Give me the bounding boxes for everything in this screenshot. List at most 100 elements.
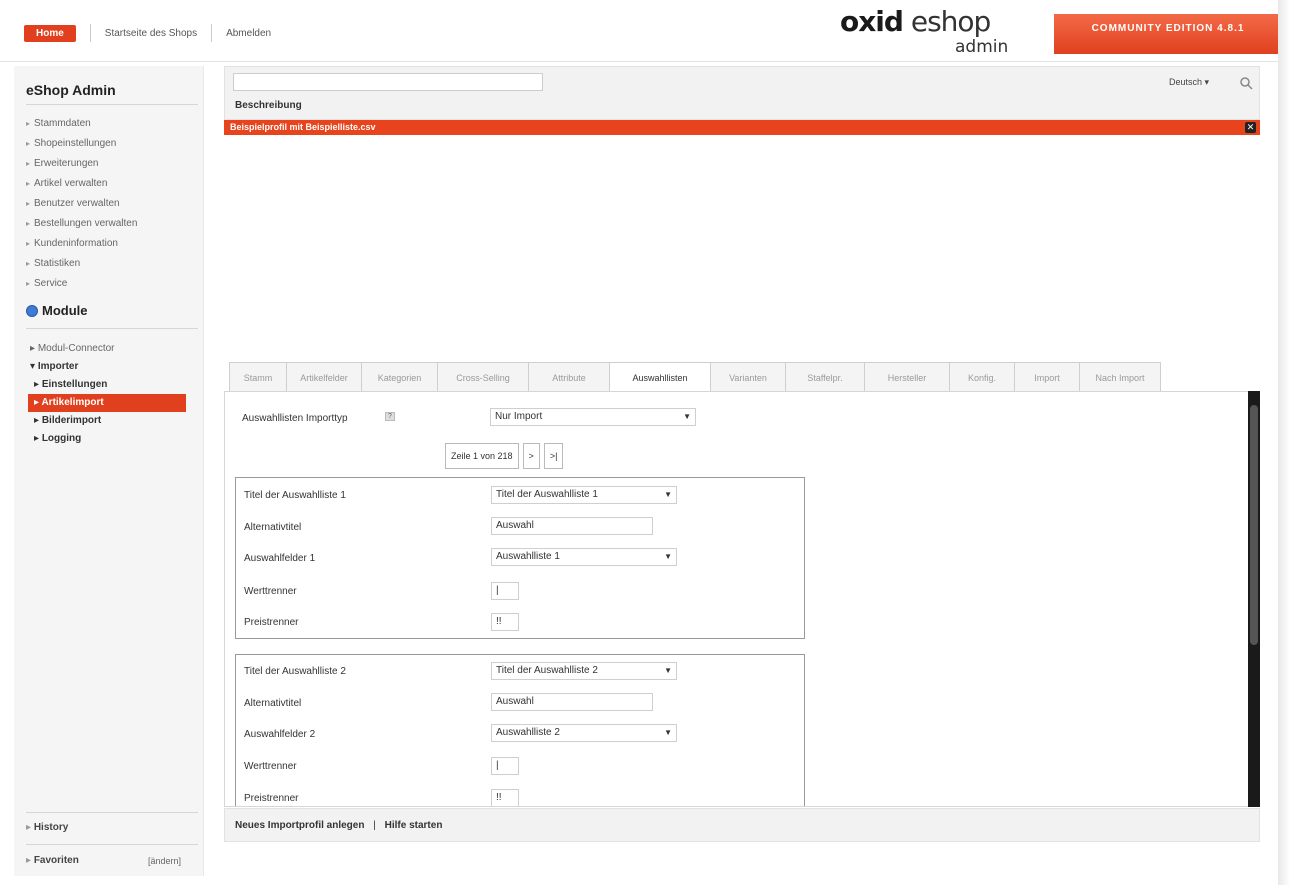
delete-icon[interactable]: ✕ (1245, 122, 1256, 133)
sidebar-item-service[interactable]: ▸ Service (26, 274, 137, 294)
sidebar-divider (26, 328, 198, 329)
scrollbar-thumb[interactable] (1250, 405, 1258, 645)
edition-badge: COMMUNITY EDITION 4.8.1 (1054, 14, 1282, 54)
list-fields-value: Auswahlliste 2 (496, 727, 560, 738)
tab-cross-selling[interactable]: Cross-Selling (437, 362, 529, 392)
sidebar-item-erweiterungen[interactable]: ▸ Erweiterungen (26, 154, 137, 174)
sidebar-item-stammdaten[interactable]: ▸ Stammdaten (26, 114, 137, 134)
logout-link[interactable]: Abmelden (226, 28, 271, 39)
alt-title-input[interactable]: Auswahl (491, 517, 653, 535)
list-title-value: Titel der Auswahlliste 1 (496, 489, 598, 500)
tab-auswahllisten[interactable]: Auswahllisten (609, 362, 711, 393)
sidebar-item-artikel[interactable]: ▸ Artikel verwalten (26, 174, 137, 194)
chevron-down-icon: ▼ (664, 666, 672, 675)
chevron-right-icon: ▸ (26, 239, 31, 248)
tab-bar: Stamm Artikelfelder Kategorien Cross-Sel… (229, 362, 1161, 393)
list-title-value: Titel der Auswahlliste 2 (496, 665, 598, 676)
action-bar: Neues Importprofil anlegen | Hilfe start… (224, 808, 1260, 842)
favorites-edit-link[interactable]: [ändern] (148, 856, 181, 866)
chevron-down-icon: ▼ (664, 552, 672, 561)
tab-stamm[interactable]: Stamm (229, 362, 287, 392)
list-row-label: Beispielprofil mit Beispielliste.csv (230, 122, 376, 132)
search-icon[interactable] (1239, 76, 1253, 90)
tab-import[interactable]: Import (1014, 362, 1080, 392)
price-separator-label: Preistrenner (244, 793, 299, 804)
tab-konfig[interactable]: Konfig. (949, 362, 1015, 392)
tab-attribute[interactable]: Attribute (528, 362, 610, 392)
sidebar-item-label: Artikelimport (41, 397, 104, 408)
sidebar-item-label: Einstellungen (41, 379, 108, 390)
tab-artikelfelder[interactable]: Artikelfelder (286, 362, 362, 392)
logo-oxid-text: oxid (840, 5, 904, 38)
sidebar-divider (26, 812, 198, 813)
shop-start-link[interactable]: Startseite des Shops (105, 28, 197, 39)
price-separator-input[interactable]: !! (491, 613, 519, 631)
list-row-selected[interactable]: Beispielprofil mit Beispielliste.csv ✕ (224, 120, 1260, 135)
sidebar-item-modul-connector[interactable]: ▸ Modul-Connector (30, 340, 202, 358)
pager: Zeile 1 von 218 > >| (445, 443, 564, 469)
filter-bar: Beschreibung Deutsch ▾ (224, 66, 1260, 120)
chevron-right-icon: ▸ (26, 279, 31, 288)
sidebar-title: eShop Admin (26, 82, 116, 98)
chevron-right-icon: ▸ (30, 343, 36, 354)
new-import-profile-link[interactable]: Neues Importprofil anlegen (235, 820, 364, 831)
description-filter-input[interactable] (233, 73, 543, 91)
chevron-right-icon: ▸ (34, 415, 40, 426)
language-select-value: Deutsch (1169, 77, 1203, 87)
chevron-right-icon: ▸ (34, 397, 40, 408)
chevron-right-icon: ▸ (26, 219, 31, 228)
sidebar-item-shopeinstellungen[interactable]: ▸ Shopeinstellungen (26, 134, 137, 154)
list-title-select[interactable]: Titel der Auswahlliste 1 ▼ (491, 486, 677, 504)
pager-last-button[interactable]: >| (543, 443, 564, 469)
sidebar-item-benutzer[interactable]: ▸ Benutzer verwalten (26, 194, 137, 214)
sidebar-item-logging[interactable]: ▸ Logging (30, 430, 202, 448)
sidebar-item-bestellungen[interactable]: ▸ Bestellungen verwalten (26, 214, 137, 234)
chevron-right-icon: ▸ (26, 855, 34, 866)
tab-staffelpreise[interactable]: Staffelpr. (785, 362, 865, 392)
tab-kategorien[interactable]: Kategorien (361, 362, 438, 392)
home-button[interactable]: Home (24, 24, 76, 42)
tab-nach-import[interactable]: Nach Import (1079, 362, 1161, 392)
language-select[interactable]: Deutsch ▾ (1169, 77, 1209, 88)
chevron-right-icon: ▸ (34, 433, 40, 444)
action-separator: | (373, 820, 376, 831)
header-nav: Home Startseite des Shops Abmelden (24, 24, 271, 42)
history-link[interactable]: ▸ History (26, 822, 68, 833)
sidebar-item-label: Shopeinstellungen (34, 138, 117, 149)
header-divider (89, 24, 91, 42)
alt-title-input[interactable]: Auswahl (491, 693, 653, 711)
tab-hersteller[interactable]: Hersteller (864, 362, 950, 392)
chevron-down-icon: ▼ (664, 490, 672, 499)
sidebar-item-statistiken[interactable]: ▸ Statistiken (26, 254, 137, 274)
sidebar-item-artikelimport[interactable]: ▸ Artikelimport (28, 394, 186, 412)
list-title-select[interactable]: Titel der Auswahlliste 2 ▼ (491, 662, 677, 680)
tab-varianten[interactable]: Varianten (710, 362, 786, 392)
sidebar-item-label: Importer (37, 361, 79, 372)
value-separator-input[interactable]: | (491, 582, 519, 600)
column-header-description[interactable]: Beschreibung (235, 100, 302, 111)
sidebar-item-label: Service (34, 278, 68, 289)
chevron-down-icon: ▾ (1204, 77, 1210, 87)
content-scrollbar[interactable] (1248, 391, 1260, 807)
sidebar-item-label: Erweiterungen (34, 158, 99, 169)
sidebar-main-list: ▸ Stammdaten ▸ Shopeinstellungen ▸ Erweiter… (26, 114, 137, 294)
chevron-right-icon: ▸ (26, 179, 31, 188)
value-separator-input[interactable]: | (491, 757, 519, 775)
sidebar-item-importer[interactable]: ▾ Importer (30, 358, 202, 376)
start-help-link[interactable]: Hilfe starten (385, 820, 443, 831)
sidebar-item-einstellungen[interactable]: ▸ Einstellungen (30, 376, 202, 394)
list-fields-select[interactable]: Auswahlliste 1 ▼ (491, 548, 677, 566)
favorites-link[interactable]: ▸ Favoriten (26, 855, 79, 866)
sidebar-item-bilderimport[interactable]: ▸ Bilderimport (30, 412, 202, 430)
price-separator-input[interactable]: !! (491, 789, 519, 806)
pager-next-button[interactable]: > (522, 443, 540, 469)
sidebar-item-label: Kundeninformation (34, 238, 118, 249)
help-icon[interactable]: ? (385, 412, 395, 421)
chevron-down-icon: ▼ (664, 728, 672, 737)
sidebar-item-kundeninformation[interactable]: ▸ Kundeninformation (26, 234, 137, 254)
selection-list-group-2: Titel der Auswahlliste 2 Titel der Auswa… (235, 654, 805, 806)
list-fields-select[interactable]: Auswahlliste 2 ▼ (491, 724, 677, 742)
module-section-title: Module (26, 303, 88, 318)
pager-status: Zeile 1 von 218 (445, 443, 519, 469)
import-type-select[interactable]: Nur Import ▼ (490, 408, 696, 426)
